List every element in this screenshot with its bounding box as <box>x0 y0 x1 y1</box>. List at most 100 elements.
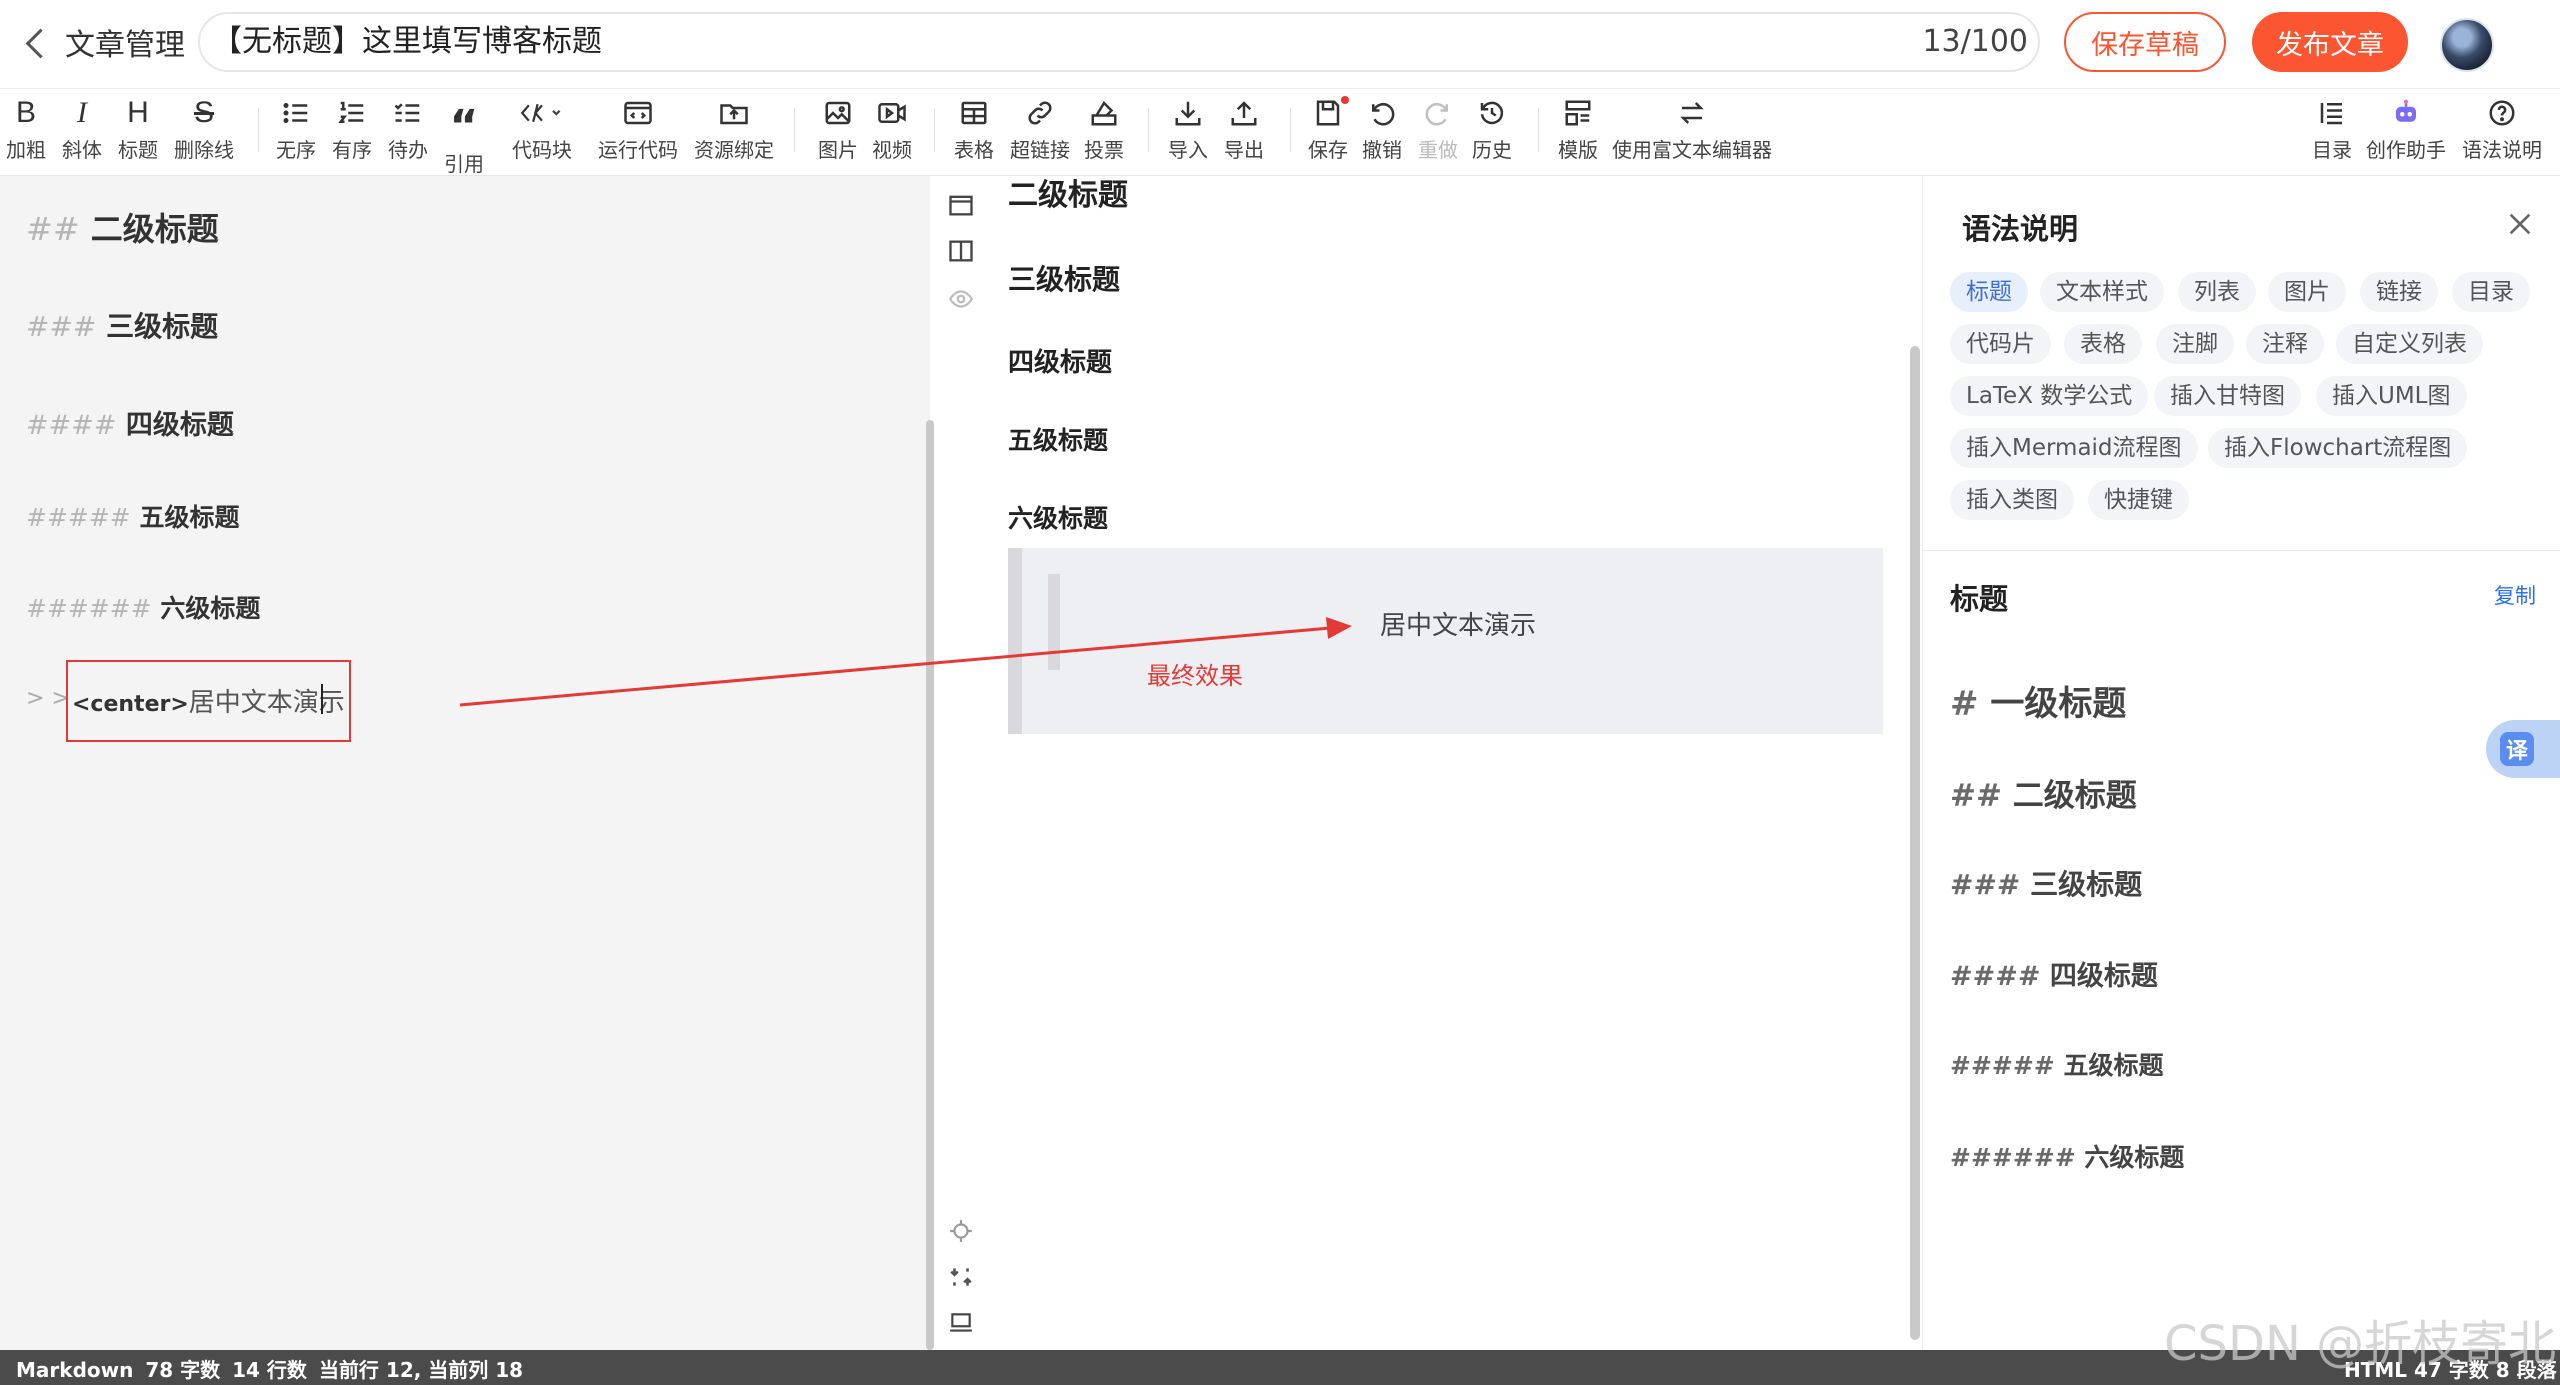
sync-scroll-icon[interactable] <box>946 1262 976 1292</box>
chip-link[interactable]: 链接 <box>2360 272 2438 312</box>
strikethrough-button[interactable]: S 删除线 <box>174 94 234 172</box>
run-code-button[interactable]: 运行代码 <box>598 94 678 172</box>
vote-label: 投票 <box>1084 138 1124 162</box>
layout-split-icon[interactable] <box>946 236 976 266</box>
hyperlink-button[interactable]: 超链接 <box>1010 94 1070 172</box>
title-input-value[interactable]: 【无标题】这里填写博客标题 <box>212 16 1812 68</box>
editor-line-h6[interactable]: ###### 六级标题 <box>26 589 260 625</box>
export-button[interactable]: 导出 <box>1224 94 1264 172</box>
switch-richtext-button[interactable]: 使用富文本编辑器 <box>1612 94 1772 172</box>
chip-image[interactable]: 图片 <box>2268 272 2346 312</box>
vote-button[interactable]: 投票 <box>1084 94 1124 172</box>
table-button[interactable]: 表格 <box>954 94 994 172</box>
syntax-help-button[interactable]: 语法说明 <box>2462 94 2542 172</box>
chip-gantt[interactable]: 插入甘特图 <box>2154 376 2301 416</box>
export-label: 导出 <box>1224 138 1264 162</box>
status-left: Markdown 78 字数 14 行数 当前行 12, 当前列 18 <box>16 1354 523 1383</box>
ordered-list-button[interactable]: 有序 <box>332 94 372 172</box>
example-h1: # 一级标题 <box>1950 676 2126 725</box>
assistant-button[interactable]: 创作助手 <box>2366 94 2446 172</box>
undo-button[interactable]: 撤销 <box>1362 94 1402 172</box>
save-button[interactable]: 保存 <box>1308 94 1349 172</box>
chip-latex[interactable]: LaTeX 数学公式 <box>1950 376 2149 416</box>
eye-icon[interactable] <box>946 284 976 314</box>
laptop-icon[interactable] <box>946 1308 976 1338</box>
todo-list-button[interactable]: 待办 <box>388 94 428 172</box>
chip-table[interactable]: 表格 <box>2064 324 2142 364</box>
example-text: 一级标题 <box>1990 684 2127 724</box>
markdown-editor[interactable] <box>0 176 930 1350</box>
bold-button[interactable]: B 加粗 <box>6 94 46 172</box>
editor-line-h4[interactable]: #### 四级标题 <box>26 403 234 442</box>
back-to-article-management[interactable]: 文章管理 <box>25 18 185 66</box>
history-button[interactable]: 历史 <box>1472 94 1512 172</box>
translate-button[interactable]: 译 <box>2486 720 2560 778</box>
hash-marks: ###### <box>1950 1143 2076 1172</box>
resource-bind-button[interactable]: 资源绑定 <box>694 94 774 172</box>
editor-scrollbar[interactable] <box>926 420 934 1350</box>
ordered-list-label: 有序 <box>332 138 372 162</box>
chip-mermaid[interactable]: 插入Mermaid流程图 <box>1950 428 2198 468</box>
chip-list[interactable]: 列表 <box>2178 272 2256 312</box>
chip-toc[interactable]: 目录 <box>2452 272 2530 312</box>
copy-button[interactable]: 复制 <box>2494 580 2536 610</box>
template-button[interactable]: 模版 <box>1558 94 1598 172</box>
template-label: 模版 <box>1558 138 1598 162</box>
video-icon <box>877 94 907 132</box>
editor-line-center[interactable]: <center>居中文本演示 <box>72 682 345 719</box>
chip-uml[interactable]: 插入UML图 <box>2316 376 2467 416</box>
locate-icon[interactable] <box>946 1216 976 1246</box>
quote-button[interactable]: “引用 <box>444 94 484 177</box>
import-icon <box>1173 94 1203 132</box>
chip-flowchart[interactable]: 插入Flowchart流程图 <box>2208 428 2468 468</box>
link-icon <box>1025 94 1055 132</box>
syntax-panel-title: 语法说明 <box>1962 212 2079 246</box>
chip-comment[interactable]: 注释 <box>2246 324 2324 364</box>
chip-shortcuts[interactable]: 快捷键 <box>2088 480 2189 520</box>
title-char-counter: 13/100 <box>1922 24 2028 59</box>
avatar[interactable] <box>2440 18 2494 72</box>
toc-button[interactable]: 目录 <box>2312 94 2352 172</box>
unordered-list-label: 无序 <box>276 138 316 162</box>
blockquote-bar <box>1008 548 1022 734</box>
save-draft-button[interactable]: 保存草稿 <box>2064 12 2226 72</box>
video-button[interactable]: 视频 <box>872 94 912 172</box>
preview-h5: 五级标题 <box>1008 426 1109 455</box>
code-block-button[interactable]: 代码块 <box>512 94 572 172</box>
redo-button[interactable]: 重做 <box>1418 94 1458 172</box>
import-button[interactable]: 导入 <box>1168 94 1208 172</box>
chip-code[interactable]: 代码片 <box>1950 324 2051 364</box>
chip-text-style[interactable]: 文本样式 <box>2040 272 2164 312</box>
chip-class-diagram[interactable]: 插入类图 <box>1950 480 2074 520</box>
editor-line-h3[interactable]: ### 三级标题 <box>26 305 218 345</box>
preview-h6: 六级标题 <box>1008 504 1109 533</box>
example-text: 三级标题 <box>2030 868 2143 901</box>
preview-h4: 四级标题 <box>1008 348 1113 378</box>
code-icon <box>520 94 564 132</box>
chip-footnote[interactable]: 注脚 <box>2156 324 2234 364</box>
example-h4: #### 四级标题 <box>1950 954 2158 993</box>
cursor-position: 当前行 12, 当前列 18 <box>318 1358 524 1382</box>
unordered-list-button[interactable]: 无序 <box>276 94 316 172</box>
undo-label: 撤销 <box>1362 138 1402 162</box>
line-text: 四级标题 <box>125 410 234 441</box>
layout-single-icon[interactable] <box>946 190 976 220</box>
toc-label: 目录 <box>2312 138 2352 162</box>
preview-h2: 二级标题 <box>1008 178 1128 213</box>
publish-article-button[interactable]: 发布文章 <box>2252 12 2408 72</box>
heading-button[interactable]: H 标题 <box>118 94 158 172</box>
section-title: 标题 <box>1950 582 2009 616</box>
image-button[interactable]: 图片 <box>818 94 858 172</box>
chip-custom-list[interactable]: 自定义列表 <box>2336 324 2483 364</box>
bold-label: 加粗 <box>6 138 46 162</box>
editor-line-h5[interactable]: ##### 五级标题 <box>26 498 239 534</box>
preview-scrollbar[interactable] <box>1910 346 1920 1340</box>
chip-heading[interactable]: 标题 <box>1950 272 2028 312</box>
editor-line-h2[interactable]: ## 二级标题 <box>26 204 219 250</box>
italic-button[interactable]: I 斜体 <box>62 94 102 172</box>
close-icon[interactable] <box>2504 208 2536 240</box>
quote-prefix: > > <box>26 686 70 711</box>
bold-icon: B <box>15 96 36 129</box>
help-icon <box>2487 94 2517 132</box>
vote-icon <box>1089 94 1119 132</box>
